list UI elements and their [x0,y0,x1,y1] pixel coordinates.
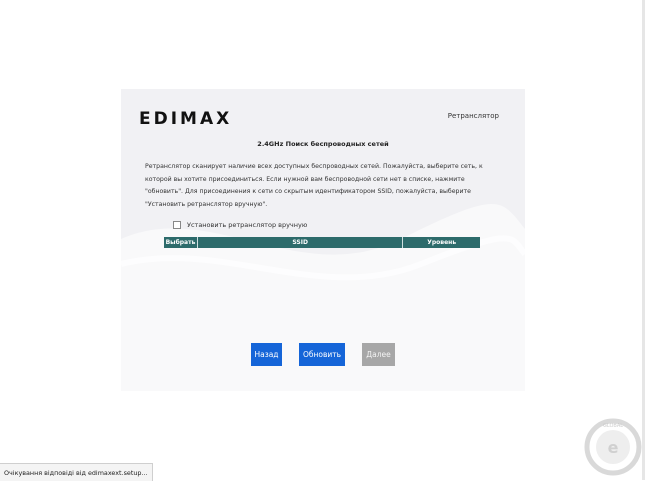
mode-label: Ретранслятор [447,112,499,120]
browser-status-bar: Очікування відповіді від edimaxext.setup… [0,463,153,481]
svg-text:e: e [608,438,619,457]
page-title: 2.4GHz Поиск беспроводных сетей [257,140,389,148]
watermark-text: GLOBAL [603,423,623,429]
manual-setup-label: Установить ретранслятор вручную [187,221,308,229]
manual-setup-checkbox[interactable] [173,221,181,229]
back-button[interactable]: Назад [251,343,282,366]
instructions-text: Ретранслятор сканирует наличие всех дост… [145,161,515,211]
instructions-line: "Установить ретранслятор вручную". [145,200,268,208]
instructions-line: которой вы хотите присоединиться. Если н… [145,175,465,183]
site-watermark-logo: e GLOBAL [584,418,642,476]
manual-setup-option[interactable]: Установить ретранслятор вручную [173,221,307,229]
setup-panel: EDIMAX Ретранслятор 2.4GHz Поиск беспров… [121,89,525,391]
status-text: Очікування відповіді від edimaxext.setup… [4,468,148,477]
table-header-row: Выбрать SSID Уровень [164,237,480,248]
instructions-line: "обновить". Для присоединения к сети со … [145,188,471,195]
column-header-select: Выбрать [164,237,198,248]
next-button[interactable]: Далее [362,343,395,366]
instructions-line: Ретранслятор сканирует наличие всех дост… [145,163,483,170]
refresh-button[interactable]: Обновить [299,343,345,366]
edimax-logo: EDIMAX [139,109,233,129]
networks-table: Выбрать SSID Уровень [164,237,480,248]
column-header-ssid: SSID [197,237,404,248]
column-header-signal: Уровень [427,239,457,246]
